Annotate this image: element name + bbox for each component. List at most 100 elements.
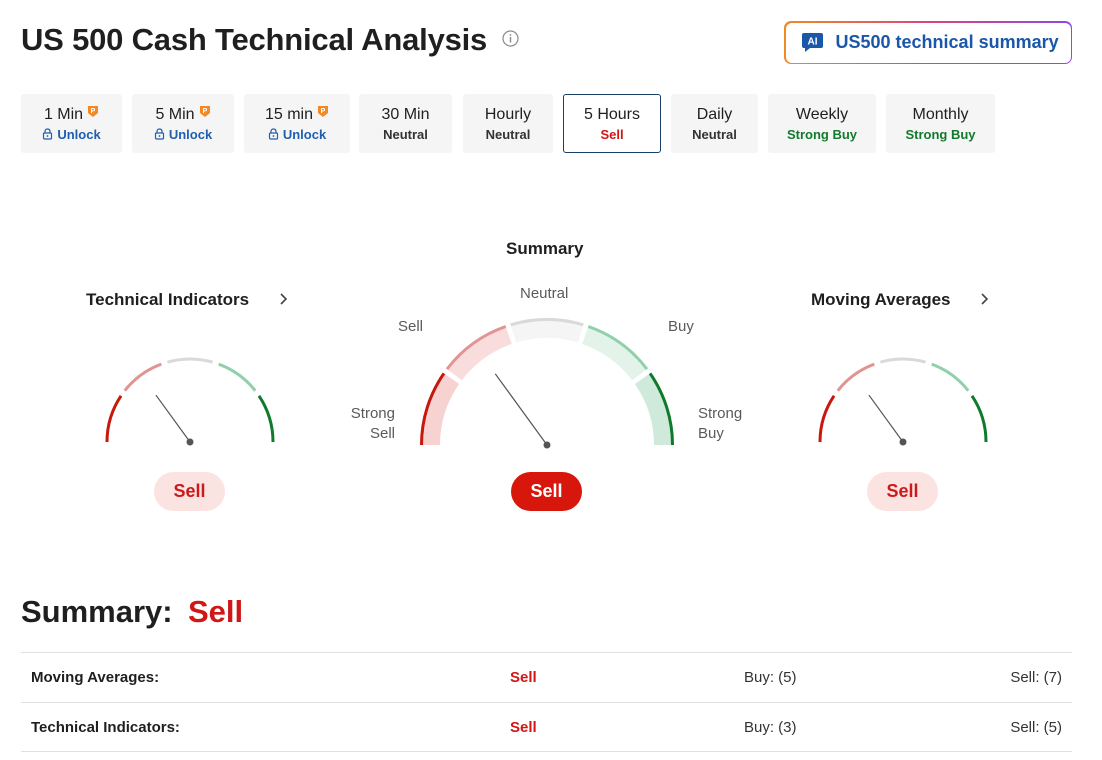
tab-status: Neutral: [463, 127, 553, 142]
info-icon[interactable]: [502, 30, 519, 47]
tab-status-text: Sell: [600, 127, 624, 142]
moving-averages-title[interactable]: Moving Averages: [811, 290, 951, 310]
tab-timeframe[interactable]: Weekly Strong Buy: [768, 94, 876, 153]
lock-icon: [43, 128, 53, 140]
gauge-label-strong-buy: Strong Buy: [698, 405, 743, 442]
row-buy-count: Buy: (3): [744, 719, 797, 736]
technical-indicators-segment-strong-sell: [105, 394, 123, 443]
summary-heading: Summary:: [21, 594, 173, 629]
tab-name-text: Hourly: [484, 106, 532, 123]
summary-row-technical-indicators: Technical Indicators: Sell Buy: (3) Sell…: [21, 702, 1072, 752]
tab-timeframe[interactable]: 1 Min P Unlock: [21, 94, 122, 153]
moving-averages-needle-hub: [899, 438, 907, 446]
tab-status: Neutral: [671, 127, 758, 142]
moving-averages-chevron-icon[interactable]: [980, 292, 990, 306]
tab-status: Sell: [564, 127, 660, 142]
gauge-label-buy: Buy: [668, 318, 694, 335]
summary-table: Moving Averages: Sell Buy: (5) Sell: (7)…: [21, 652, 1072, 752]
tab-name-text: Daily: [696, 106, 733, 123]
pro-icon: P: [199, 106, 210, 117]
technical-indicators-needle: [155, 394, 191, 443]
tab-timeframe[interactable]: Monthly Strong Buy: [886, 94, 995, 153]
technical-indicators-title[interactable]: Technical Indicators: [86, 290, 249, 310]
summary-verdict-badge: Sell: [511, 472, 582, 511]
moving-averages-verdict-badge: Sell: [867, 472, 938, 511]
tab-status: Neutral: [359, 127, 452, 142]
tab-status-text: Neutral: [485, 127, 531, 142]
tab-name: Weekly: [768, 106, 876, 124]
tab-name-text: 1 Min: [43, 106, 84, 123]
row-verdict: Sell: [510, 719, 537, 736]
moving-averages-segment-neutral: [879, 357, 927, 364]
ai-badge-icon: AI: [801, 33, 823, 52]
pro-icon: P: [88, 106, 99, 117]
tab-name-text: Weekly: [795, 106, 849, 123]
summary-gauge-title: Summary: [506, 239, 584, 258]
tab-name: Daily: [671, 106, 758, 124]
tab-name-text: 5 Min: [155, 106, 195, 123]
tab-timeframe[interactable]: Daily Neutral: [671, 94, 758, 153]
svg-text:P: P: [202, 108, 207, 115]
tab-status: Strong Buy: [886, 127, 995, 142]
moving-averages-segment-buy: [931, 362, 970, 392]
summary-gauge: [420, 318, 674, 449]
tab-name: 1 Min P: [21, 106, 122, 124]
technical-indicators-segment-buy: [218, 362, 257, 392]
moving-averages-needle: [868, 394, 904, 443]
row-verdict: Sell: [510, 669, 537, 686]
summary-band-buy: [582, 325, 649, 381]
tab-timeframe[interactable]: Hourly Neutral: [463, 94, 553, 153]
ai-technical-summary-button[interactable]: AI US500 technical summary: [784, 21, 1072, 64]
row-label: Technical Indicators:: [31, 719, 180, 736]
row-sell-count: Sell: (5): [1010, 719, 1062, 736]
lock-icon: [154, 128, 164, 140]
tab-timeframe[interactable]: 15 min P Unlock: [244, 94, 350, 153]
technical-indicators-segment-strong-buy: [257, 394, 275, 443]
tab-status-text: Strong Buy: [786, 127, 858, 142]
tab-name-text: 30 Min: [381, 106, 430, 123]
tab-name: Monthly: [886, 106, 995, 124]
tab-status-text: Neutral: [692, 127, 737, 142]
ai-button-label: US500 technical summary: [835, 32, 1059, 52]
moving-averages-segment-strong-buy: [970, 394, 988, 443]
technical-indicators-gauge: [105, 357, 275, 446]
tab-name-text: 15 min: [264, 106, 314, 123]
lock-icon: [268, 128, 278, 140]
tab-status-text: Strong Buy: [905, 127, 976, 142]
moving-averages-segment-sell: [836, 362, 875, 392]
tab-status: Unlock: [21, 127, 122, 142]
tab-timeframe[interactable]: 5 Min P Unlock: [132, 94, 234, 153]
tab-name: 15 min P: [244, 106, 350, 124]
moving-averages-segment-strong-sell: [818, 394, 836, 443]
pro-icon: P: [318, 106, 329, 117]
tab-name-text: Monthly: [912, 106, 969, 123]
tab-status-text: Neutral: [383, 127, 428, 142]
row-sell-count: Sell: (7): [1010, 669, 1062, 686]
tab-timeframe[interactable]: 5 Hours Sell: [563, 94, 661, 153]
tab-name: 5 Min P: [132, 106, 234, 124]
technical-indicators-segment-neutral: [166, 357, 214, 364]
summary-row-moving-averages: Moving Averages: Sell Buy: (5) Sell: (7): [21, 652, 1072, 702]
gauge-label-strong-sell: Strong Sell: [350, 405, 395, 442]
summary-heading-value: Sell: [188, 594, 244, 629]
technical-indicators-chevron-icon[interactable]: [279, 292, 289, 306]
summary-needle-hub: [543, 441, 551, 449]
row-buy-count: Buy: (5): [744, 669, 797, 686]
tab-status: Unlock: [132, 127, 234, 142]
technical-indicators-verdict-badge: Sell: [154, 472, 225, 511]
svg-text:P: P: [91, 108, 96, 115]
tab-name-text: 5 Hours: [583, 106, 641, 123]
summary-needle: [494, 373, 548, 446]
technical-indicators-segment-sell: [123, 362, 162, 392]
svg-text:AI: AI: [807, 37, 817, 48]
tab-timeframe[interactable]: 30 Min Neutral: [359, 94, 452, 153]
page-title: US 500 Cash Technical Analysis: [21, 22, 488, 57]
moving-averages-gauge: [818, 357, 988, 446]
tab-status-text: Unlock: [57, 127, 101, 142]
summary-band-sell: [445, 325, 512, 381]
gauge-label-sell: Sell: [398, 318, 424, 335]
tab-name: Hourly: [463, 106, 553, 124]
technical-indicators-needle-hub: [186, 438, 194, 446]
svg-text:P: P: [321, 108, 326, 115]
tab-status: Unlock: [244, 127, 350, 142]
